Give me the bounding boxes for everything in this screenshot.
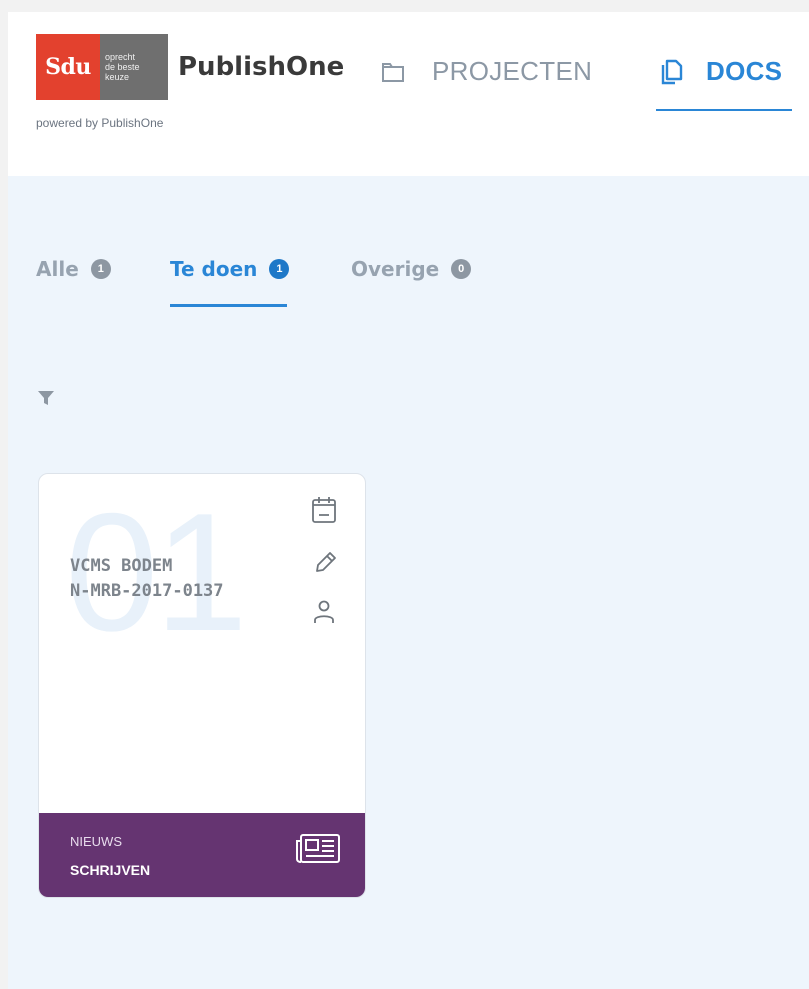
newspaper-icon [296,834,340,863]
nav-projecten[interactable]: PROJECTEN [380,56,592,87]
tab-te-doen[interactable]: Te doen 1 [170,257,290,281]
calendar-icon[interactable] [309,494,339,526]
tab-te-doen-label: Te doen [170,257,258,281]
logo-mark: Sdu [36,34,100,100]
logo-tagline-line: keuze [105,72,130,82]
tab-alle-label: Alle [36,257,79,281]
powered-by: powered by PublishOne [36,116,164,130]
logo-tagline-line: oprecht [105,52,136,62]
tab-overige-label: Overige [351,257,440,281]
card-type: NIEUWS [70,834,122,849]
tab-te-doen-count: 1 [269,259,290,279]
nav-active-indicator [656,109,792,111]
sdu-logo[interactable]: Sdu oprecht de beste keuze [36,34,168,100]
app-header: Sdu oprecht de beste keuze PublishOne po… [8,12,809,176]
logo-tagline-line: de beste [105,62,140,72]
tab-alle[interactable]: Alle 1 [36,257,111,281]
tab-overige-count: 0 [451,259,472,279]
nav-docs-label: DOCS [706,56,783,86]
card-title: VCMS BODEM N-MRB-2017-0137 [70,554,224,604]
card-status: SCHRIJVEN [70,862,151,878]
tab-active-indicator [170,304,287,307]
brand-name: PublishOne [178,52,345,82]
card-title-line: VCMS BODEM [70,556,173,576]
logo-tagline: oprecht de beste keuze [100,34,168,100]
folder-icon [382,62,404,82]
filter-icon[interactable] [36,388,56,408]
documents-icon [661,59,683,84]
card-footer: NIEUWS SCHRIJVEN [39,813,365,897]
nav-docs[interactable]: DOCS [658,56,782,87]
document-card[interactable]: 01 VCMS BODEM N-MRB-2017-0137 NIEUWS SCH… [38,473,366,898]
tab-overige[interactable]: Overige 0 [351,257,472,281]
edit-icon[interactable] [309,546,339,578]
app-window: Sdu oprecht de beste keuze PublishOne po… [8,12,809,989]
card-title-line: N-MRB-2017-0137 [70,581,224,601]
tab-alle-count: 1 [90,259,111,279]
nav-projecten-label: PROJECTEN [432,56,593,86]
user-icon[interactable] [309,596,339,628]
